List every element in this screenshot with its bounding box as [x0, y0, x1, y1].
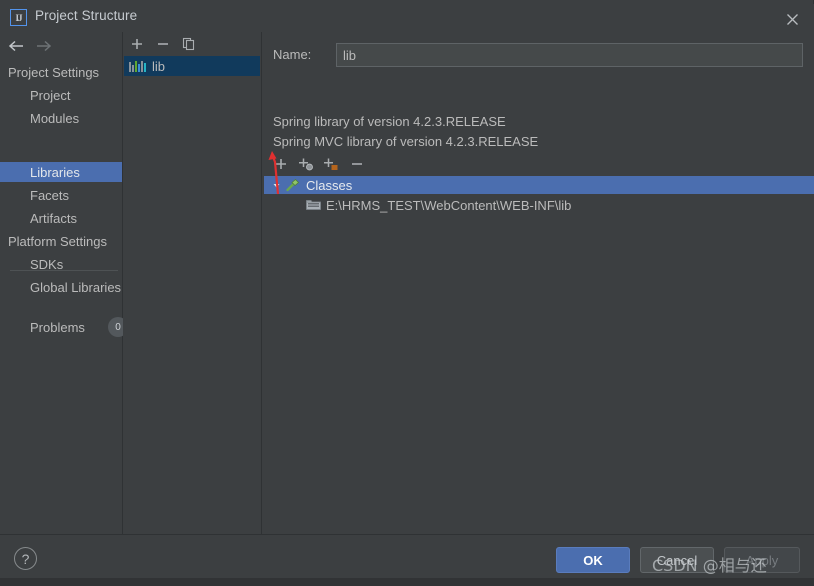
settings-sidebar: Project Settings Project Modules Librari…	[0, 32, 128, 562]
dialog-footer: ? OK Cancel Apply	[0, 534, 814, 578]
library-roots-tree: Classes E:\HRMS_TEST\WebContent\WEB-INF\…	[264, 176, 814, 532]
apply-button: Apply	[724, 547, 800, 573]
sidebar-item-facets[interactable]: Facets	[0, 185, 122, 205]
close-icon[interactable]	[777, 7, 807, 31]
libraries-list-toolbar	[123, 32, 262, 56]
hammer-icon	[284, 178, 302, 192]
sidebar-item-problems[interactable]: Problems	[0, 317, 122, 337]
ok-button[interactable]: OK	[556, 547, 630, 573]
tree-row-library-path[interactable]: E:\HRMS_TEST\WebContent\WEB-INF\lib	[264, 196, 814, 214]
background-bottom-strip	[0, 578, 814, 586]
library-description-line-1: Spring library of version 4.2.3.RELEASE	[273, 114, 506, 129]
arrow-right-icon[interactable]	[32, 36, 54, 56]
dialog-title: Project Structure	[35, 8, 138, 23]
library-list-item-lib[interactable]: lib	[124, 56, 260, 76]
project-structure-dialog: IJ Project Structure Project Settings Pr…	[0, 0, 814, 578]
cancel-button[interactable]: Cancel	[640, 547, 714, 573]
libraries-list-panel: lib	[123, 32, 262, 534]
add-library-button[interactable]	[127, 34, 147, 54]
sidebar-divider	[10, 270, 118, 271]
sidebar-item-artifacts[interactable]: Artifacts	[0, 208, 122, 228]
remove-root-button[interactable]	[346, 154, 368, 174]
sidebar-item-project[interactable]: Project	[0, 85, 122, 105]
library-icon	[129, 60, 146, 72]
tree-row-classes-label: Classes	[306, 177, 353, 193]
folder-archive-icon	[306, 199, 321, 212]
library-name-input[interactable]	[336, 43, 803, 67]
sidebar-item-sdks[interactable]: SDKs	[0, 254, 122, 274]
sidebar-item-global-libraries[interactable]: Global Libraries	[0, 277, 122, 297]
copy-library-button[interactable]	[179, 34, 199, 54]
arrow-left-icon[interactable]	[6, 36, 28, 56]
triangle-down-icon[interactable]	[268, 181, 284, 190]
dialog-titlebar: IJ Project Structure	[0, 4, 814, 32]
library-name-label: Name:	[273, 47, 312, 62]
library-roots-toolbar	[270, 153, 470, 175]
sidebar-item-libraries[interactable]: Libraries	[0, 162, 122, 182]
tree-row-classes[interactable]: Classes	[264, 176, 814, 194]
library-description-line-2: Spring MVC library of version 4.2.3.RELE…	[273, 134, 539, 149]
help-button[interactable]: ?	[14, 547, 37, 570]
libraries-list: lib	[124, 56, 260, 532]
add-root-button[interactable]	[270, 154, 292, 174]
remove-library-button[interactable]	[153, 34, 173, 54]
library-name-row: Name:	[273, 43, 803, 67]
sidebar-nav-arrows	[0, 32, 123, 60]
plus-gear-icon[interactable]	[295, 154, 317, 174]
tree-row-library-path-label: E:\HRMS_TEST\WebContent\WEB-INF\lib	[326, 197, 572, 213]
sidebar-item-modules[interactable]: Modules	[0, 108, 122, 128]
plus-folder-icon[interactable]	[320, 154, 342, 174]
intellij-logo-icon: IJ	[10, 9, 27, 26]
sidebar-group-project-settings: Project Settings	[8, 64, 100, 80]
library-details-panel: Name: Spring library of version 4.2.3.RE…	[262, 32, 814, 534]
sidebar-group-platform-settings: Platform Settings	[8, 233, 107, 249]
library-list-item-label: lib	[152, 58, 166, 74]
